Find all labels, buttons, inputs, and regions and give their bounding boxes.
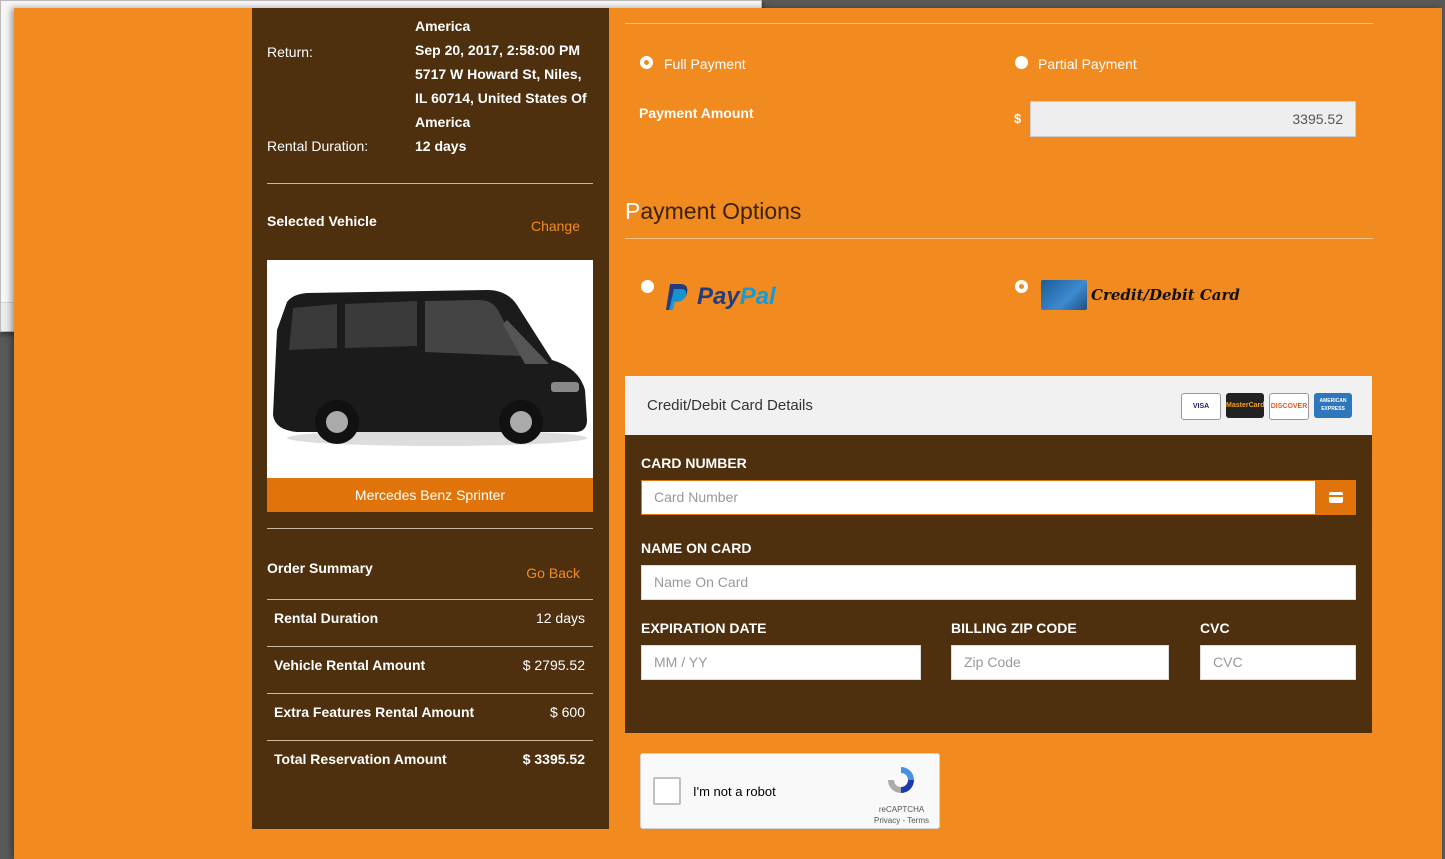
payment-amount-label: Payment Amount bbox=[639, 105, 754, 121]
credit-card-option-label: Credit/Debit Card bbox=[1091, 286, 1240, 304]
cvc-input[interactable]: CVC bbox=[1200, 645, 1356, 680]
name-on-card-label: NAME ON CARD bbox=[641, 540, 752, 556]
expiration-date-input[interactable]: MM / YY bbox=[641, 645, 921, 680]
recaptcha-privacy-terms-link[interactable]: Privacy - Terms bbox=[874, 815, 929, 826]
recaptcha-widget: I'm not a robot reCAPTCHA Privacy - Term… bbox=[640, 753, 940, 829]
card-number-label: CARD NUMBER bbox=[641, 455, 747, 471]
payment-options-title-initial: P bbox=[625, 198, 641, 224]
paypal-wordmark-pal: Pal bbox=[739, 283, 776, 310]
credit-card-radio[interactable] bbox=[1015, 280, 1028, 293]
card-number-input[interactable]: Card Number bbox=[641, 480, 1316, 515]
recaptcha-brand-name: reCAPTCHA bbox=[878, 805, 925, 814]
partial-payment-radio[interactable] bbox=[1015, 56, 1028, 69]
paypal-wordmark-pay: Pay bbox=[697, 283, 740, 310]
paypal-radio[interactable] bbox=[641, 280, 654, 293]
recaptcha-logo-icon bbox=[888, 767, 914, 793]
recaptcha-brand: reCAPTCHA Privacy - Terms bbox=[874, 804, 929, 826]
divider bbox=[625, 238, 1373, 239]
card-number-addon bbox=[1316, 480, 1356, 515]
payment-section: Full Payment Partial Payment Payment Amo… bbox=[14, 8, 1442, 859]
card-details-header: Credit/Debit Card Details VISA MasterCar… bbox=[625, 376, 1372, 435]
accepted-cards: VISA MasterCard DISCOVER AMERICAN EXPRES… bbox=[1181, 393, 1352, 420]
currency-symbol: $ bbox=[1014, 111, 1022, 126]
card-details-title: Credit/Debit Card Details bbox=[647, 397, 813, 414]
paypal-option[interactable]: PayPal bbox=[665, 282, 776, 312]
expiration-date-label: EXPIRATION DATE bbox=[641, 620, 767, 636]
credit-card-icon bbox=[1041, 280, 1087, 310]
billing-zip-input[interactable]: Zip Code bbox=[951, 645, 1169, 680]
paypal-icon bbox=[666, 284, 688, 310]
credit-card-option[interactable]: Credit/Debit Card bbox=[1041, 280, 1240, 310]
mastercard-icon: MasterCard bbox=[1226, 393, 1265, 418]
paypal-wordmark: PayPal bbox=[697, 283, 776, 311]
payment-options-title-rest: ayment Options bbox=[640, 198, 802, 224]
recaptcha-checkbox[interactable] bbox=[653, 777, 681, 805]
full-payment-label[interactable]: Full Payment bbox=[664, 56, 746, 72]
payment-options-title: Payment Options bbox=[625, 198, 801, 225]
amex-icon: AMERICAN EXPRESS bbox=[1314, 393, 1352, 418]
billing-zip-label: BILLING ZIP CODE bbox=[951, 620, 1077, 636]
recaptcha-label: I'm not a robot bbox=[693, 784, 776, 799]
payment-amount-input[interactable]: 3395.52 bbox=[1030, 101, 1356, 137]
partial-payment-label[interactable]: Partial Payment bbox=[1038, 56, 1137, 72]
visa-icon: VISA bbox=[1181, 393, 1221, 420]
booking-page: America Return: Sep 20, 2017, 2:58:00 PM… bbox=[14, 8, 1442, 859]
cvc-label: CVC bbox=[1200, 620, 1230, 636]
divider bbox=[625, 23, 1373, 24]
credit-card-small-icon bbox=[1329, 492, 1343, 503]
name-on-card-input[interactable]: Name On Card bbox=[641, 565, 1356, 600]
full-payment-radio[interactable] bbox=[640, 56, 653, 69]
discover-icon: DISCOVER bbox=[1269, 393, 1309, 420]
